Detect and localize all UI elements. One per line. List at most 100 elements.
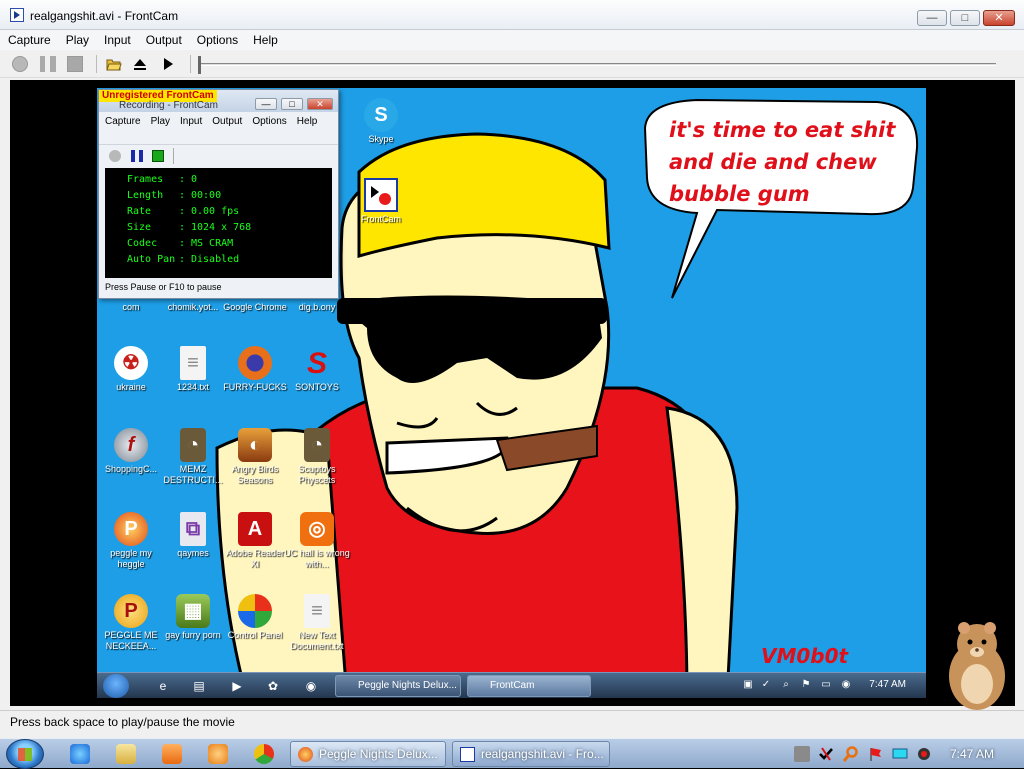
chrome-icon[interactable] [254, 744, 274, 764]
radiation-icon: ☢ [114, 346, 148, 380]
desktop-icon-shoppingc[interactable]: f ShoppingC... [97, 428, 165, 475]
tray-search-icon[interactable] [842, 746, 859, 762]
menu-options[interactable]: Options [190, 30, 245, 50]
taskbar-clock: 7:47 AM [950, 747, 995, 761]
tray-monitor-icon[interactable]: ▭ [820, 679, 832, 691]
desktop-icon-label: peggle my heggle [110, 548, 152, 569]
recording-menu-bar: Capture Play Input Output Options Help [105, 114, 335, 129]
desktop-icon-memz[interactable]: ◔ MEMZ DESTRUCTI... [159, 428, 227, 486]
menu-capture[interactable]: Capture [1, 30, 58, 50]
stop-icon[interactable] [67, 56, 83, 72]
seek-track[interactable] [198, 63, 996, 66]
desktop-icon-label: ShoppingC... [104, 464, 158, 474]
ie-icon[interactable] [70, 744, 90, 764]
desktop-icon-sontoys[interactable]: S SONTOYS [283, 346, 351, 393]
artist-signature: VM0b0t [761, 644, 849, 668]
desktop-icon-skype[interactable]: S Skype [347, 98, 415, 145]
rec-menu-capture[interactable]: Capture [105, 114, 141, 129]
stop-icon[interactable] [152, 150, 164, 162]
tray-volume-icon[interactable]: ◉ [840, 679, 852, 691]
desktop-icon-gay-furry[interactable]: ▦ gay furry porn [159, 594, 227, 641]
desktop-icon-adobe-reader[interactable]: A Adobe Reader XI [221, 512, 289, 570]
desktop-icon-label: Adobe Reader XI [225, 548, 285, 569]
inner-task-frontcam[interactable]: FrontCam [467, 675, 591, 697]
rec-menu-input[interactable]: Input [180, 114, 202, 129]
seek-thumb[interactable] [198, 56, 201, 74]
rec-menu-play[interactable]: Play [151, 114, 170, 129]
record-icon[interactable] [109, 150, 121, 162]
desktop-icon-frontcam[interactable]: FrontCam [347, 178, 415, 225]
media-player-icon[interactable] [162, 744, 182, 764]
menu-play[interactable]: Play [59, 30, 96, 50]
tray-check-icon[interactable]: ✓ [760, 679, 772, 691]
tray-monitor-icon[interactable] [892, 746, 908, 762]
rec-close-button[interactable]: ✕ [307, 98, 333, 110]
desktop-icon-label: gay furry porn [165, 630, 221, 640]
tray-volume-icon[interactable] [916, 746, 932, 762]
task-peggle[interactable]: Peggle Nights Delux... [290, 741, 446, 767]
pause-icon[interactable] [131, 150, 143, 162]
desktop-icon-google-chrome[interactable]: Google Chrome [221, 302, 289, 313]
desktop-icon-label: Skype [368, 134, 394, 144]
desktop-icon-angry-birds[interactable]: ◐ Angry Birds Seasons [221, 428, 289, 486]
desktop-icon-ukraine[interactable]: ☢ ukraine [97, 346, 165, 393]
inner-clock: 7:47 AM [869, 679, 906, 690]
ie-icon[interactable]: e [155, 678, 171, 694]
rec-minimize-button[interactable]: — [255, 98, 277, 110]
pause-icon[interactable] [40, 56, 56, 72]
desktop-icon-peggle-my-heggle[interactable]: P peggle my heggle [97, 512, 165, 570]
tray-app-icon[interactable] [794, 746, 810, 762]
stat-codec: Codec: MS CRAM [127, 236, 233, 252]
tray-app-icon[interactable]: ▣ [742, 679, 754, 691]
rec-menu-output[interactable]: Output [212, 114, 242, 129]
inner-task-peggle[interactable]: Peggle Nights Delux... [335, 675, 461, 697]
recording-title-bar[interactable]: Unregistered FrontCam Recording - FrontC… [99, 90, 338, 112]
desktop-icon-new-text-document[interactable]: ≡ New Text Document.txt [283, 594, 351, 652]
desktop-icon-control-panel[interactable]: Control Panel [221, 594, 289, 641]
uc-browser-icon[interactable] [208, 744, 228, 764]
stat-size: Size:1024 x 768 [127, 220, 251, 236]
maximize-button[interactable]: □ [950, 10, 980, 26]
desktop-icon-label: chomik.yot... [167, 302, 219, 312]
title-bar[interactable]: realgangshit.avi - FrontCam — □ ✕ [0, 0, 1024, 30]
app-icon[interactable]: ✿ [265, 678, 281, 694]
desktop-icon-chomik[interactable]: chomik.yot... [159, 302, 227, 313]
media-player-icon[interactable]: ▶ [229, 678, 245, 694]
explorer-icon[interactable]: ▤ [191, 678, 207, 694]
desktop-icon-peggle-me[interactable]: P PEGGLE ME NECKEEA... [97, 594, 165, 652]
tray-flag-icon[interactable]: ⚑ [800, 679, 812, 691]
desktop-icon-com[interactable]: com [97, 302, 165, 313]
desktop-icon-uc-browser[interactable]: ◎ UC hall is wrong with... [283, 512, 351, 570]
desktop-icon-dig-b-ony[interactable]: dig.b.ony [283, 302, 351, 313]
menu-input[interactable]: Input [97, 30, 138, 50]
tray-flag-icon[interactable] [868, 746, 884, 762]
rec-maximize-button[interactable]: □ [281, 98, 303, 110]
toolbar [0, 50, 1024, 78]
task-frontcam[interactable]: realgangshit.avi - Fro... [452, 741, 610, 767]
desktop-icon-label: Control Panel [227, 630, 283, 640]
rec-menu-options[interactable]: Options [252, 114, 286, 129]
start-orb-icon[interactable] [6, 739, 44, 769]
desktop-icon-1234-txt[interactable]: ≡ 1234.txt [159, 346, 227, 393]
close-button[interactable]: ✕ [983, 10, 1015, 26]
start-orb-icon[interactable] [103, 674, 129, 698]
open-folder-icon[interactable] [106, 56, 122, 72]
game-box-icon: ▦ [176, 594, 210, 628]
desktop-icon-scuptoys[interactable]: ◔ Scuptoys Physcets [283, 428, 351, 486]
eject-icon[interactable] [132, 56, 148, 72]
minimize-button[interactable]: — [917, 10, 947, 26]
stat-key: Length [127, 190, 164, 201]
control-panel-icon [238, 594, 272, 628]
menu-output[interactable]: Output [139, 30, 189, 50]
rec-menu-help[interactable]: Help [297, 114, 318, 129]
record-icon[interactable] [12, 56, 28, 72]
tray-search-icon[interactable]: ⌕ [780, 679, 792, 691]
play-icon[interactable] [160, 56, 176, 72]
desktop-icon-furry-fucks[interactable]: FURRY-FUCKS [221, 346, 289, 393]
tray-check-icon[interactable] [818, 746, 834, 762]
desktop-icon-qaymes[interactable]: ⧉ qaymes [159, 512, 227, 559]
toolbar-divider [96, 55, 97, 73]
explorer-icon[interactable] [116, 744, 136, 764]
menu-help[interactable]: Help [246, 30, 285, 50]
chrome-icon[interactable]: ◉ [303, 678, 319, 694]
